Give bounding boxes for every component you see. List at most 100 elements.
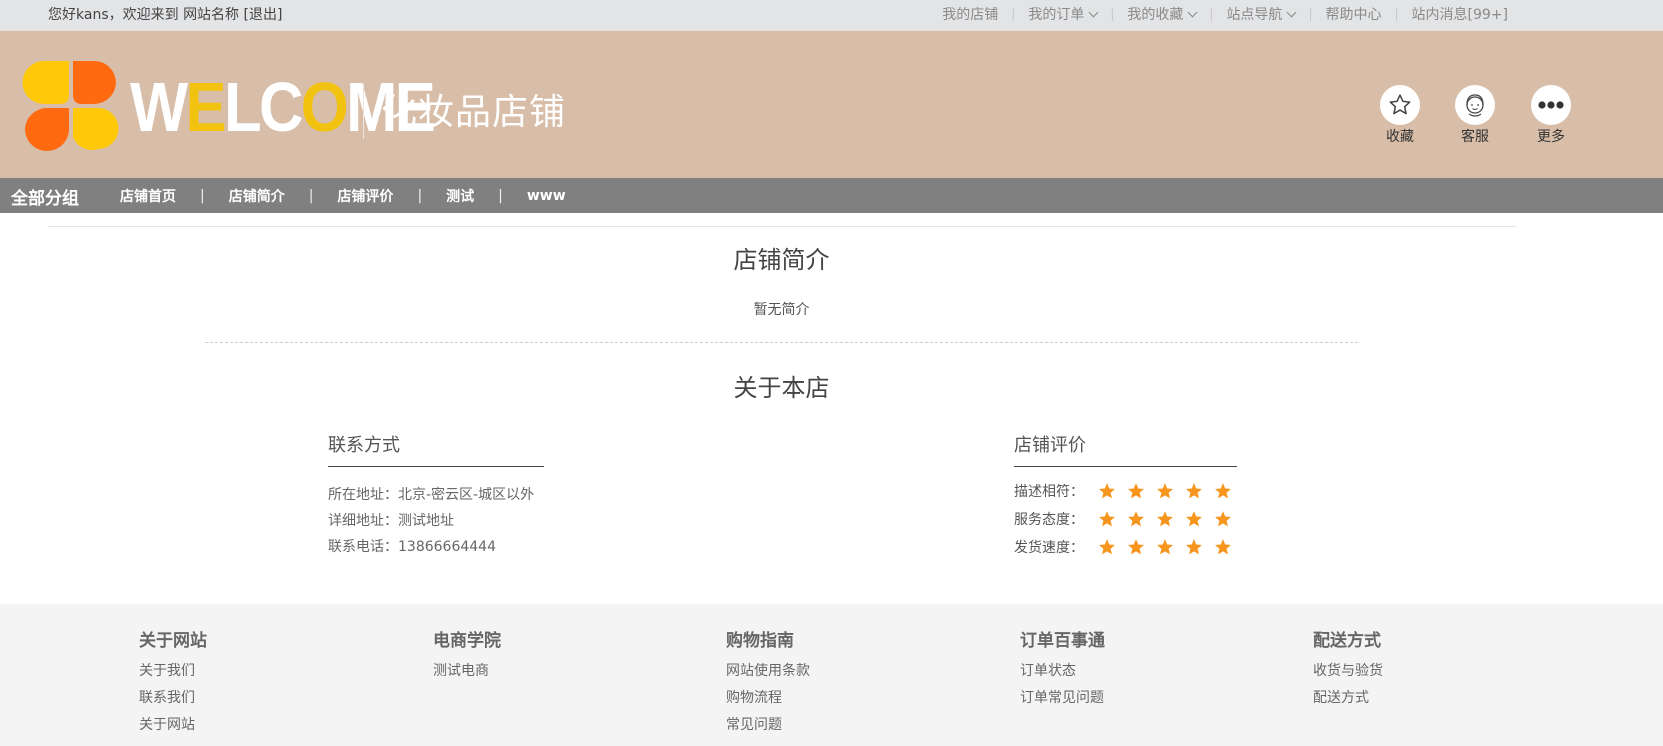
footer-col-title: 配送方式	[1313, 631, 1381, 651]
my-orders-dropdown[interactable]: 我的订单	[1028, 4, 1099, 24]
footer-col-delivery: 配送方式 收货与验货 配送方式	[1313, 626, 1383, 715]
footer-col-ecommerce-academy: 电商学院 测试电商	[433, 626, 501, 688]
messages-link[interactable]: 站内消息[99+]	[1412, 4, 1508, 24]
footer-link[interactable]: 常见问题	[726, 715, 810, 742]
rating-underline	[1014, 466, 1237, 467]
shop-nav: 全部分组 店铺首页 | 店铺简介 | 店铺评价 | 测试 | www	[0, 178, 1663, 213]
my-favorites-dropdown[interactable]: 我的收藏	[1127, 4, 1198, 24]
nav-item-reviews[interactable]: 店铺评价	[337, 186, 393, 206]
footer-col-about-site: 关于网站 关于我们 联系我们 关于网站	[139, 626, 207, 742]
my-orders-label: 我的订单	[1028, 7, 1085, 23]
star-icon	[1185, 538, 1203, 556]
footer-link[interactable]: 购物流程	[726, 688, 810, 715]
chevron-down-icon	[1187, 7, 1198, 18]
dashed-divider	[205, 342, 1358, 343]
star-icon	[1156, 510, 1174, 528]
footer-link[interactable]: 联系我们	[139, 688, 207, 715]
help-center-link[interactable]: 帮助中心	[1325, 4, 1381, 24]
rating-label: 服务态度：	[1014, 512, 1084, 528]
nav-item-test[interactable]: 测试	[446, 186, 474, 206]
star-icon	[1214, 482, 1232, 500]
rating-row-description: 描述相符：	[1014, 481, 1243, 501]
chevron-down-icon	[1286, 7, 1297, 18]
nav-item-www[interactable]: www	[527, 188, 566, 204]
flower-logo-icon	[22, 57, 120, 155]
customer-service-button[interactable]: 客服	[1445, 85, 1505, 146]
star-icon	[1214, 510, 1232, 528]
nav-items: 店铺首页 | 店铺简介 | 店铺评价 | 测试 | www	[120, 186, 566, 206]
site-nav-label: 站点导航	[1226, 7, 1283, 23]
divider: |	[1308, 7, 1313, 21]
nav-item-intro[interactable]: 店铺简介	[229, 186, 285, 206]
greeting: 您好kans，欢迎来到 网站名称 [退出]	[48, 4, 282, 24]
star-rating	[1098, 538, 1243, 556]
customer-service-icon	[1455, 85, 1495, 125]
footer-link[interactable]: 配送方式	[1313, 688, 1383, 715]
my-shop-link[interactable]: 我的店铺	[942, 4, 998, 24]
divider: |	[1011, 7, 1016, 21]
contact-phone: 联系电话：13866664444	[328, 539, 496, 555]
footer-col-title: 电商学院	[433, 631, 501, 651]
greeting-text: 您好kans，欢迎来到	[48, 7, 179, 23]
footer-link[interactable]: 测试电商	[433, 661, 501, 688]
star-rating	[1098, 482, 1243, 500]
shop-header: WELCOME 化妆品店铺 收藏 客服 更多	[0, 31, 1663, 178]
logout-link[interactable]: [退出]	[244, 7, 283, 23]
footer-link[interactable]: 关于我们	[139, 661, 207, 688]
divider: |	[417, 188, 423, 204]
rating-row-shipping: 发货速度：	[1014, 537, 1243, 557]
rating-label: 发货速度：	[1014, 540, 1084, 556]
star-icon	[1214, 538, 1232, 556]
contact-title: 联系方式	[328, 435, 400, 456]
star-icon	[1156, 538, 1174, 556]
footer-col-orders: 订单百事通 订单状态 订单常见问题	[1020, 626, 1105, 715]
nav-item-home[interactable]: 店铺首页	[120, 186, 176, 206]
more-button[interactable]: 更多	[1521, 85, 1581, 146]
favorite-label: 收藏	[1386, 129, 1414, 145]
all-groups-menu[interactable]: 全部分组	[11, 184, 79, 209]
rating-title: 店铺评价	[1014, 435, 1086, 456]
intro-text: 暂无简介	[753, 302, 810, 318]
top-bar: 您好kans，欢迎来到 网站名称 [退出] 我的店铺 | 我的订单 | 我的收藏…	[0, 0, 1663, 31]
top-links: 我的店铺 | 我的订单 | 我的收藏 | 站点导航 | 帮助中心 | 站内消息[…	[942, 4, 1508, 24]
divider: |	[1110, 7, 1115, 21]
header-divider	[363, 83, 364, 139]
contact-underline	[328, 466, 544, 467]
star-icon	[1098, 510, 1116, 528]
star-icon	[1127, 538, 1145, 556]
star-icon	[1185, 510, 1203, 528]
footer-link[interactable]: 关于网站	[139, 715, 207, 742]
content-divider	[48, 226, 1516, 227]
rating-row-service: 服务态度：	[1014, 509, 1243, 529]
star-icon	[1098, 538, 1116, 556]
footer-col-title: 关于网站	[139, 631, 207, 651]
divider: |	[200, 188, 205, 204]
customer-service-label: 客服	[1461, 129, 1489, 145]
contact-address: 所在地址：北京-密云区-城区以外	[328, 487, 535, 503]
favorite-button[interactable]: 收藏	[1370, 85, 1430, 146]
footer-link[interactable]: 订单状态	[1020, 661, 1105, 688]
divider: |	[1394, 7, 1399, 21]
star-outline-icon	[1380, 85, 1420, 125]
star-icon	[1127, 510, 1145, 528]
star-icon	[1156, 482, 1174, 500]
footer-col-shopping-guide: 购物指南 网站使用条款 购物流程 常见问题	[726, 626, 810, 742]
about-title: 关于本店	[733, 374, 830, 402]
site-name-link[interactable]: 网站名称	[183, 7, 239, 23]
shop-name: 化妆品店铺	[381, 92, 567, 133]
contact-detail-address: 详细地址：测试地址	[328, 513, 454, 529]
more-label: 更多	[1537, 129, 1565, 145]
my-favorites-label: 我的收藏	[1127, 7, 1184, 23]
footer-col-title: 购物指南	[726, 631, 794, 651]
divider: |	[1209, 7, 1214, 21]
rating-label: 描述相符：	[1014, 484, 1084, 500]
star-icon	[1185, 482, 1203, 500]
footer-link[interactable]: 订单常见问题	[1020, 688, 1105, 715]
divider: |	[498, 188, 503, 204]
site-nav-dropdown[interactable]: 站点导航	[1226, 4, 1297, 24]
star-rating	[1098, 510, 1243, 528]
star-icon	[1127, 482, 1145, 500]
footer-link[interactable]: 收货与验货	[1313, 661, 1383, 688]
footer-link[interactable]: 网站使用条款	[726, 661, 810, 688]
star-icon	[1098, 482, 1116, 500]
